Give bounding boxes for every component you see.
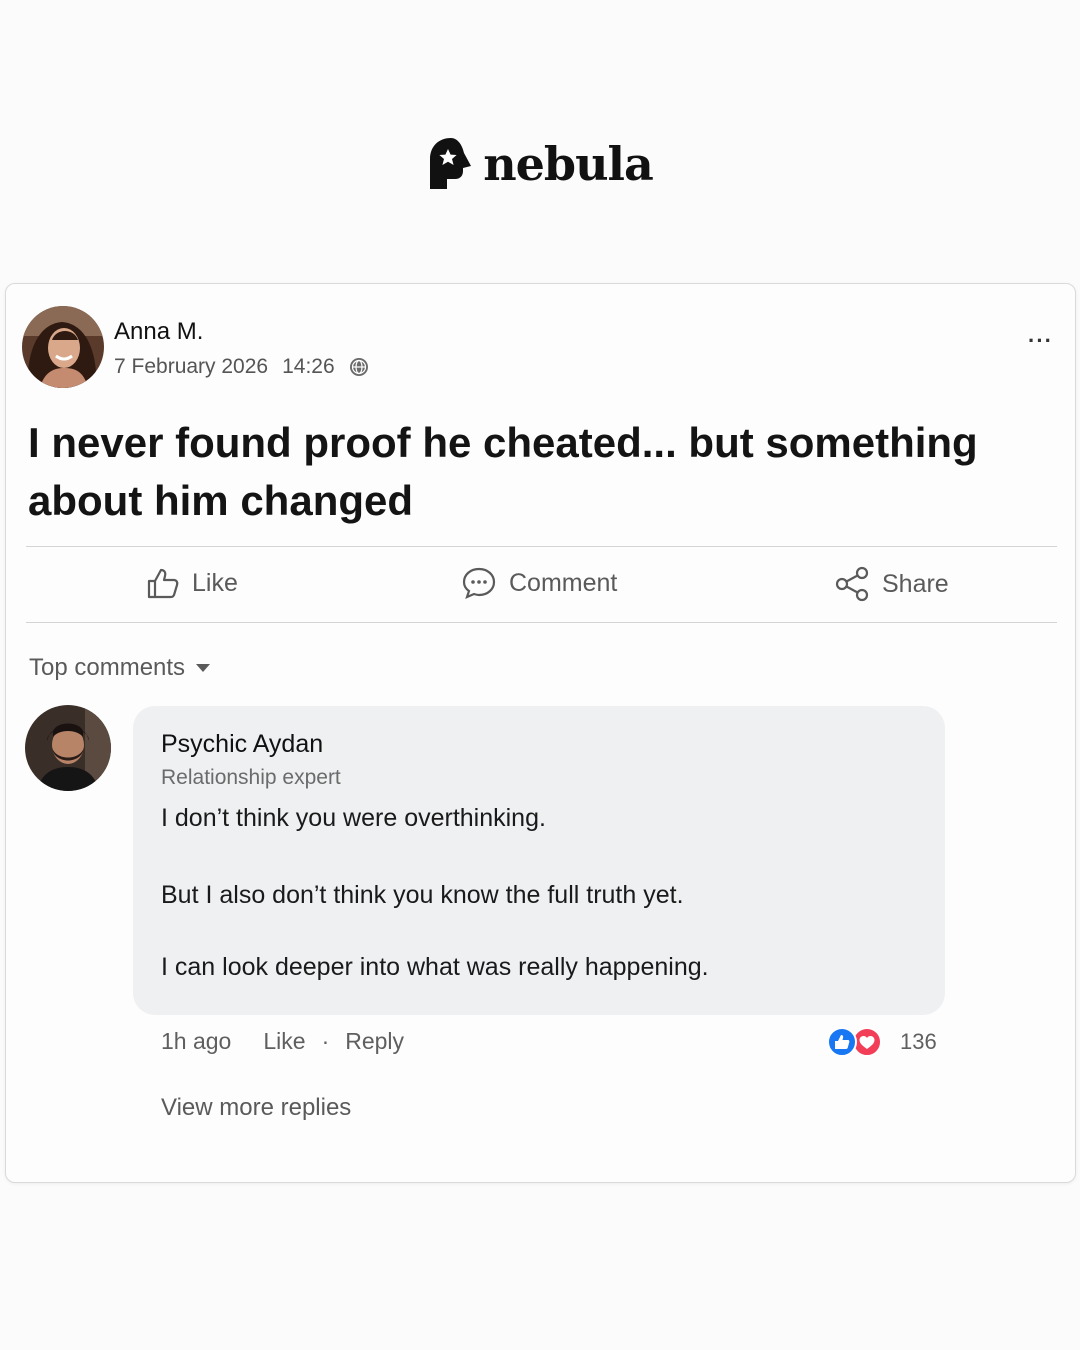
reaction-count: 136 <box>900 1029 937 1054</box>
divider-top <box>26 546 1057 547</box>
share-icon <box>835 566 869 602</box>
post-title: I never found proof he cheated... but so… <box>28 419 978 524</box>
brand-name: nebula <box>483 137 654 191</box>
comment-line-3: I can look deeper into what was really h… <box>161 953 709 981</box>
share-label: Share <box>882 569 949 598</box>
caret-down-icon <box>196 664 211 672</box>
comment-time: 1h ago <box>161 1028 232 1054</box>
post-card: Anna M. 7 February 2026 14:26 ··· I neve… <box>5 283 1076 1183</box>
separator-dot: · <box>321 1028 330 1054</box>
head-star-logo-icon <box>430 138 472 189</box>
reaction-summary[interactable]: 136 <box>827 1027 937 1057</box>
speech-bubble-icon <box>462 567 496 599</box>
comment-bubble: Psychic Aydan Relationship expert I don’… <box>133 706 945 1015</box>
top-comments-label: Top comments <box>29 654 186 681</box>
top-comments-dropdown[interactable]: Top comments <box>29 654 211 682</box>
post-time: 14:26 <box>282 355 335 378</box>
divider-bottom <box>26 622 1057 623</box>
comment-actions: 1h ago Like · Reply <box>161 1028 404 1055</box>
share-button[interactable]: Share <box>834 566 949 602</box>
author-avatar[interactable] <box>22 306 104 388</box>
comment-like-button[interactable]: Like <box>263 1028 305 1055</box>
commenter-role: Relationship expert <box>161 766 341 789</box>
comment-reply-button[interactable]: Reply <box>345 1028 404 1055</box>
comment-label: Comment <box>509 568 618 597</box>
brand-header: nebula <box>0 136 1080 192</box>
comment-line-2: But I also don’t think you know the full… <box>161 881 684 909</box>
like-button[interactable]: Like <box>146 566 238 600</box>
thumbs-up-icon <box>147 568 179 599</box>
view-more-replies-link[interactable]: View more replies <box>161 1094 351 1122</box>
like-reaction-icon <box>827 1027 857 1057</box>
comment-line-1: I don’t think you were overthinking. <box>161 804 546 832</box>
post-meta: 7 February 2026 14:26 <box>114 355 369 379</box>
post-date: 7 February 2026 <box>114 355 269 378</box>
commenter-name[interactable]: Psychic Aydan <box>161 730 323 759</box>
author-name[interactable]: Anna M. <box>114 318 203 346</box>
globe-icon <box>349 358 368 376</box>
like-label: Like <box>192 568 238 597</box>
more-options-button[interactable]: ··· <box>1028 330 1053 352</box>
comment-button[interactable]: Comment <box>461 566 617 600</box>
commenter-avatar[interactable] <box>25 705 111 791</box>
